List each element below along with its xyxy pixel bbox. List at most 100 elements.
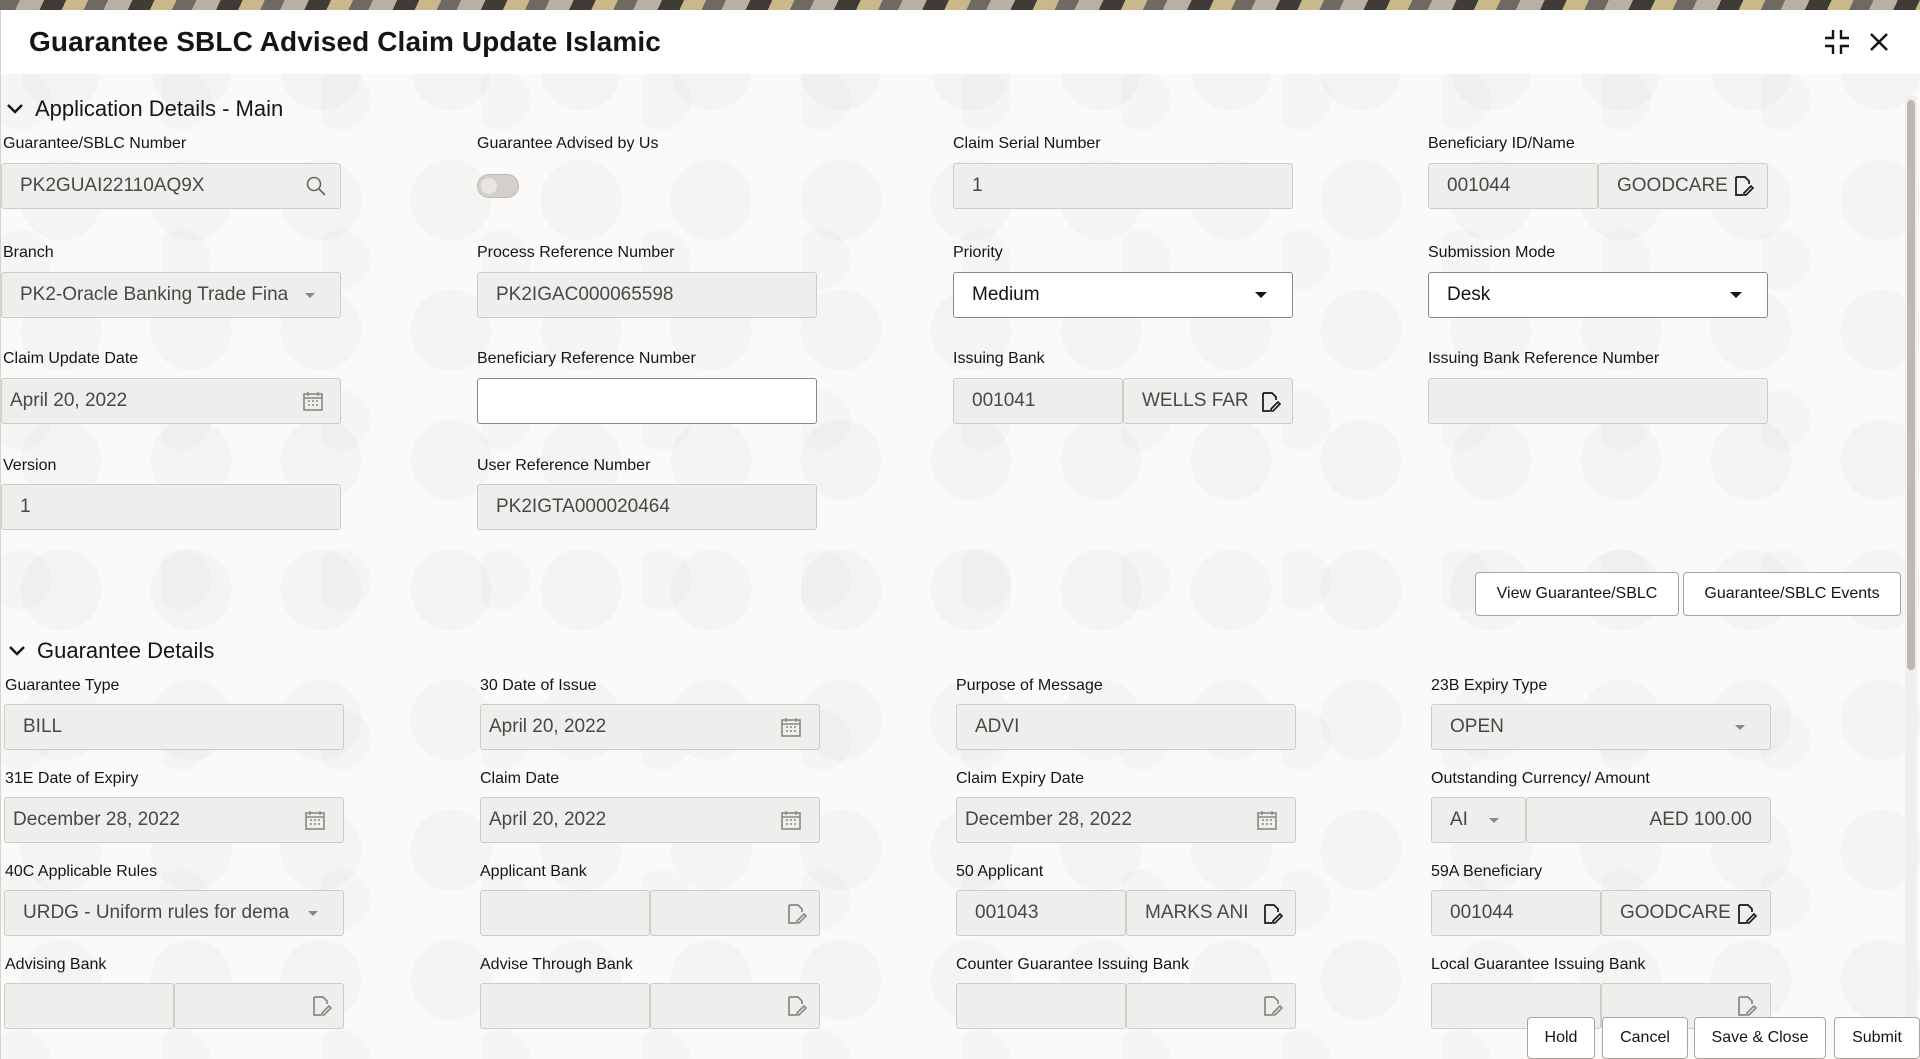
applicant-label: 50 Applicant: [956, 862, 1043, 882]
date-of-issue-input[interactable]: April 20, 2022: [480, 704, 820, 750]
outstanding-amount-input[interactable]: AED 100.00: [1526, 797, 1771, 843]
beneficiary-59a-label: 59A Beneficiary: [1431, 862, 1542, 882]
priority-label: Priority: [953, 243, 1003, 263]
date-of-expiry-field: 31E Date of Expiry: [5, 769, 138, 789]
issuing-bank-id-input[interactable]: 001041: [953, 378, 1123, 424]
guarantee-type-field: Guarantee Type: [5, 676, 119, 696]
advising-bank-id-input[interactable]: [4, 983, 174, 1029]
advising-bank-field: Advising Bank: [5, 955, 106, 975]
version-input[interactable]: 1: [1, 484, 341, 530]
lookup-icon[interactable]: [1259, 902, 1285, 926]
chevron-down-icon: [7, 641, 27, 661]
lookup-icon[interactable]: [1733, 994, 1759, 1018]
guarantee-number-input[interactable]: PK2GUAI22110AQ9X: [1, 163, 341, 209]
applicable-rules-select[interactable]: URDG - Uniform rules for dema: [4, 890, 344, 936]
process-ref-input[interactable]: PK2IGAC000065598: [477, 272, 817, 318]
applicant-bank-label: Applicant Bank: [480, 862, 587, 882]
beneficiary-label: Beneficiary ID/Name: [1428, 134, 1575, 154]
claim-date-field: Claim Date: [480, 769, 559, 789]
local-issuing-label: Local Guarantee Issuing Bank: [1431, 955, 1645, 975]
user-ref-field: User Reference Number: [477, 456, 650, 476]
branch-select[interactable]: PK2-Oracle Banking Trade Fina: [1, 272, 341, 318]
beneficiary-ref-input[interactable]: [477, 378, 817, 424]
issuing-bank-field: Issuing Bank: [953, 349, 1045, 369]
lookup-icon[interactable]: [1259, 994, 1285, 1018]
claim-update-date-field: Claim Update Date: [3, 349, 138, 369]
applicant-id-input[interactable]: 001043: [956, 890, 1126, 936]
expiry-type-select[interactable]: OPEN: [1431, 704, 1771, 750]
outstanding-currency-select[interactable]: AI: [1431, 797, 1526, 843]
date-of-expiry-label: 31E Date of Expiry: [5, 769, 138, 789]
lookup-icon[interactable]: [1733, 902, 1759, 926]
purpose-input[interactable]: ADVI: [956, 704, 1296, 750]
beneficiary-field: Beneficiary ID/Name: [1428, 134, 1575, 154]
expiry-type-field: 23B Expiry Type: [1431, 676, 1547, 696]
claim-date-input[interactable]: April 20, 2022: [480, 797, 820, 843]
issuing-bank-label: Issuing Bank: [953, 349, 1045, 369]
applicant-bank-id-input[interactable]: [480, 890, 650, 936]
date-of-issue-label: 30 Date of Issue: [480, 676, 597, 696]
counter-issuing-id-input[interactable]: [956, 983, 1126, 1029]
scrollbar-thumb[interactable]: [1907, 100, 1915, 670]
claim-expiry-input[interactable]: December 28, 2022: [956, 797, 1296, 843]
vertical-scrollbar[interactable]: [1905, 96, 1917, 1056]
close-icon[interactable]: [1861, 24, 1897, 60]
advise-through-label: Advise Through Bank: [480, 955, 633, 975]
lookup-icon[interactable]: [783, 902, 809, 926]
minimize-icon[interactable]: [1819, 24, 1855, 60]
guarantee-type-input[interactable]: BILL: [4, 704, 344, 750]
lookup-icon[interactable]: [1730, 174, 1756, 198]
calendar-icon[interactable]: [779, 809, 803, 831]
date-of-expiry-input[interactable]: December 28, 2022: [4, 797, 344, 843]
claim-serial-input[interactable]: 1: [953, 163, 1293, 209]
beneficiary-59a-id-input[interactable]: 001044: [1431, 890, 1601, 936]
window-title: Guarantee SBLC Advised Claim Update Isla…: [29, 26, 661, 58]
applicant-field: 50 Applicant: [956, 862, 1043, 882]
hold-button[interactable]: Hold: [1527, 1017, 1595, 1059]
section-guarantee-title: Guarantee Details: [37, 638, 214, 664]
search-icon[interactable]: [303, 174, 329, 198]
issuing-bank-ref-label: Issuing Bank Reference Number: [1428, 349, 1659, 369]
calendar-icon[interactable]: [1255, 809, 1279, 831]
guarantee-events-button[interactable]: Guarantee/SBLC Events: [1683, 572, 1901, 616]
chevron-down-icon: [1729, 716, 1751, 738]
view-guarantee-button[interactable]: View Guarantee/SBLC: [1475, 572, 1679, 616]
guarantee-number-field: Guarantee/SBLC Number: [3, 134, 186, 154]
chevron-down-icon: [1250, 284, 1272, 306]
section-guarantee-header[interactable]: Guarantee Details: [7, 638, 214, 664]
date-of-issue-field: 30 Date of Issue: [480, 676, 597, 696]
user-ref-input[interactable]: PK2IGTA000020464: [477, 484, 817, 530]
claim-date-label: Claim Date: [480, 769, 559, 789]
claim-serial-label: Claim Serial Number: [953, 134, 1101, 154]
chevron-down-icon: [1725, 284, 1747, 306]
save-close-button[interactable]: Save & Close: [1694, 1017, 1826, 1059]
beneficiary-id-input[interactable]: 001044: [1428, 163, 1598, 209]
section-main-header[interactable]: Application Details - Main: [5, 96, 283, 122]
advised-by-us-toggle[interactable]: [477, 174, 519, 198]
beneficiary-59a-field: 59A Beneficiary: [1431, 862, 1542, 882]
priority-field: Priority: [953, 243, 1003, 263]
calendar-icon[interactable]: [303, 809, 327, 831]
title-bar: Guarantee SBLC Advised Claim Update Isla…: [1, 10, 1920, 74]
claim-update-date-label: Claim Update Date: [3, 349, 138, 369]
submit-button[interactable]: Submit: [1834, 1017, 1920, 1059]
claim-update-date-input[interactable]: April 20, 2022: [1, 378, 341, 424]
advise-through-id-input[interactable]: [480, 983, 650, 1029]
dialog-window: Guarantee SBLC Advised Claim Update Isla…: [0, 10, 1920, 1059]
submission-mode-field: Submission Mode: [1428, 243, 1555, 263]
beneficiary-ref-label: Beneficiary Reference Number: [477, 349, 696, 369]
calendar-icon[interactable]: [301, 390, 325, 412]
lookup-icon[interactable]: [783, 994, 809, 1018]
local-issuing-field: Local Guarantee Issuing Bank: [1431, 955, 1645, 975]
issuing-bank-ref-input[interactable]: [1428, 378, 1768, 424]
beneficiary-ref-field: Beneficiary Reference Number: [477, 349, 696, 369]
issuing-bank-ref-field: Issuing Bank Reference Number: [1428, 349, 1659, 369]
lookup-icon[interactable]: [1257, 390, 1283, 414]
cancel-button[interactable]: Cancel: [1602, 1017, 1688, 1059]
process-ref-field: Process Reference Number: [477, 243, 674, 263]
priority-select[interactable]: Medium: [953, 272, 1293, 318]
lookup-icon[interactable]: [308, 994, 334, 1018]
purpose-label: Purpose of Message: [956, 676, 1103, 696]
submission-mode-select[interactable]: Desk: [1428, 272, 1768, 318]
calendar-icon[interactable]: [779, 716, 803, 738]
